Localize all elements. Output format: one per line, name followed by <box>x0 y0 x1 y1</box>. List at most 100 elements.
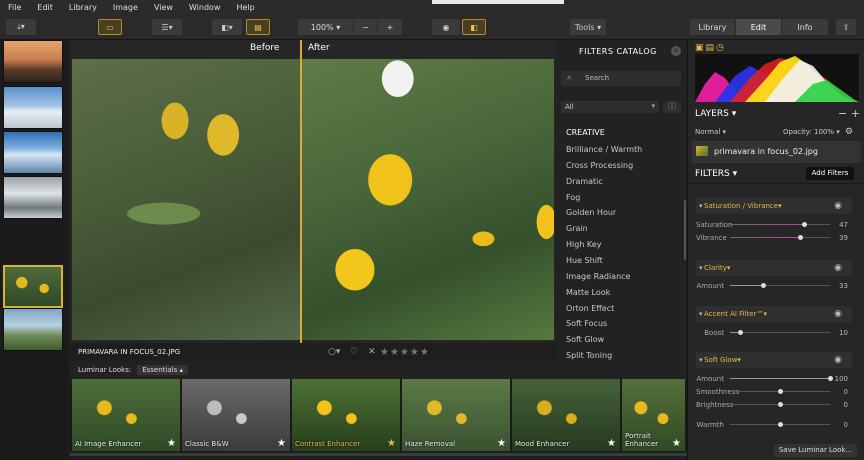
tools-button[interactable]: Tools ▾ <box>570 19 606 35</box>
favorite-star-icon[interactable]: ★ <box>607 438 616 449</box>
slider-knob[interactable] <box>801 222 807 227</box>
menu-help[interactable]: Help <box>228 3 262 12</box>
favorite-star-icon[interactable]: ★ <box>672 438 681 449</box>
filter-section-header[interactable]: ▾ Saturation / Vibrance ▾ ◉ <box>696 198 852 214</box>
share-button[interactable]: ⇪ <box>836 19 856 35</box>
visibility-eye-icon[interactable]: ◉ <box>834 309 842 319</box>
slider-track[interactable] <box>730 376 833 381</box>
catalog-item[interactable]: High Key <box>566 240 601 249</box>
thumbnail-snowy-trees[interactable] <box>3 176 63 219</box>
catalog-item[interactable]: Image Radiance <box>566 272 630 281</box>
clock-icon[interactable]: ◷ <box>716 43 726 53</box>
favorite-star-icon[interactable]: ★ <box>277 438 286 449</box>
slider-value[interactable]: 0 <box>826 401 848 409</box>
catalog-item[interactable]: Split Toning <box>566 351 612 360</box>
split-divider[interactable] <box>300 40 302 343</box>
slider-knob[interactable] <box>761 283 766 288</box>
zoom-out-button[interactable]: − <box>354 19 378 35</box>
looks-scrollbar[interactable] <box>70 453 687 456</box>
slider-knob[interactable] <box>778 422 783 427</box>
collapse-arrow-icon[interactable]: ▾ <box>699 202 703 210</box>
compare-button[interactable]: ◧ <box>462 19 486 35</box>
slider-knob[interactable] <box>738 330 743 335</box>
menu-image[interactable]: Image <box>105 3 146 12</box>
catalog-item[interactable]: Dramatic <box>566 177 603 186</box>
catalog-filter-select[interactable]: All ▾ <box>561 101 659 113</box>
slider-knob[interactable] <box>778 402 783 407</box>
catalog-info-button[interactable]: ⓘ <box>663 101 681 113</box>
catalog-scrollbar[interactable] <box>684 200 686 260</box>
visibility-eye-icon[interactable]: ◉ <box>834 355 842 365</box>
layer-gear-icon[interactable]: ⚙ <box>845 127 853 137</box>
look-classic-bw[interactable]: Classic B&W ★ <box>182 379 290 451</box>
catalog-item[interactable]: Grain <box>566 224 588 233</box>
minus-icon[interactable]: − <box>838 107 847 120</box>
reject-icon[interactable]: ✕ <box>368 347 376 357</box>
slider-value[interactable]: 10 <box>826 329 848 337</box>
look-haze-removal[interactable]: Haze Removal ★ <box>402 379 510 451</box>
look-mood-enhancer[interactable]: Mood Enhancer ★ <box>512 379 620 451</box>
rating-stars[interactable]: ★★★★★ <box>380 347 430 358</box>
layout-menu-button[interactable]: ☰▾ <box>152 19 182 35</box>
filmstrip-toggle-button[interactable]: ▤ <box>246 19 270 35</box>
layer-row[interactable]: primavara in focus_02.jpg <box>692 141 861 163</box>
slider-track[interactable] <box>730 283 830 288</box>
blend-mode-select[interactable]: Normal ▾ <box>695 128 726 136</box>
opacity-select[interactable]: Opacity: 100% ▾ <box>783 128 840 136</box>
heart-icon[interactable]: ♡ <box>350 347 358 357</box>
look-contrast-enhancer[interactable]: Contrast Enhancer ★ <box>292 379 400 451</box>
filter-section-header[interactable]: ▾ Clarity ▾ ◉ <box>696 260 852 276</box>
slider-value[interactable]: 33 <box>826 282 848 290</box>
filter-section-header[interactable]: ▾ Accent AI Filter™ ▾ ◉ <box>696 306 852 322</box>
tab-edit[interactable]: Edit <box>736 19 782 35</box>
image-viewer[interactable]: Before After <box>70 40 555 343</box>
menu-file[interactable]: File <box>0 3 29 12</box>
favorite-star-icon[interactable]: ★ <box>167 438 176 449</box>
slider-value[interactable]: 39 <box>826 234 848 242</box>
favorite-star-icon[interactable]: ★ <box>387 438 396 449</box>
slider-track[interactable] <box>730 222 830 227</box>
visibility-eye-icon[interactable]: ◉ <box>834 263 842 273</box>
thumbnail-sunset[interactable] <box>3 40 63 83</box>
catalog-item[interactable]: Orton Effect <box>566 304 614 313</box>
looks-category-select[interactable]: Essentials ▴ <box>137 365 188 375</box>
color-label-icon[interactable]: ○▾ <box>328 347 340 357</box>
catalog-item[interactable]: Brilliance / Warmth <box>566 145 642 154</box>
menu-view[interactable]: View <box>146 3 181 12</box>
catalog-item[interactable]: Fog <box>566 193 580 202</box>
slider-knob[interactable] <box>778 389 783 394</box>
look-ai-image-enhancer[interactable]: AI Image Enhancer ★ <box>72 379 180 451</box>
tab-info[interactable]: Info <box>782 19 828 35</box>
thumbnail-snow-mountains[interactable] <box>3 86 63 129</box>
zoom-in-button[interactable]: + <box>378 19 402 35</box>
thumbnail-yellow-flowers[interactable] <box>3 265 63 308</box>
visibility-eye-icon[interactable]: ◉ <box>834 201 842 211</box>
slider-value[interactable]: 47 <box>826 221 848 229</box>
thumbnail-field-lake[interactable] <box>3 308 63 351</box>
filter-section-header[interactable]: ▾ Soft Glow ▾ ◉ <box>696 352 852 368</box>
image-icon[interactable]: ▤ <box>706 43 717 53</box>
add-layer-icon[interactable]: + <box>851 107 860 120</box>
slider-value[interactable]: 0 <box>826 421 848 429</box>
catalog-item[interactable]: Hue Shift <box>566 256 603 265</box>
slider-track[interactable] <box>730 422 830 427</box>
look-portrait-enhancer[interactable]: Portrait Enhancer ★ <box>622 379 685 451</box>
menu-edit[interactable]: Edit <box>29 3 61 12</box>
slider-track[interactable] <box>730 389 830 394</box>
catalog-item[interactable]: Cross Processing <box>566 161 633 170</box>
tab-library[interactable]: Library <box>690 19 736 35</box>
slider-track[interactable] <box>730 235 830 240</box>
chevron-down-icon[interactable]: ▾ <box>764 310 768 318</box>
slider-knob[interactable] <box>797 235 803 240</box>
zoom-select[interactable]: 100% ▾ <box>298 19 354 35</box>
export-button[interactable]: ⤓▾ <box>6 19 36 35</box>
single-view-button[interactable]: ▭ <box>98 19 122 35</box>
catalog-search-input[interactable]: ⌕ Search <box>561 71 681 86</box>
thumbnail-mountain-lake[interactable] <box>3 131 63 174</box>
slider-value[interactable]: 100 <box>826 375 848 383</box>
collapse-arrow-icon[interactable]: ▾ <box>699 264 703 272</box>
chevron-down-icon[interactable]: ▾ <box>737 356 741 364</box>
menu-library[interactable]: Library <box>61 3 105 12</box>
slider-track[interactable] <box>730 330 830 335</box>
save-look-button[interactable]: Save Luminar Look... <box>774 444 857 457</box>
